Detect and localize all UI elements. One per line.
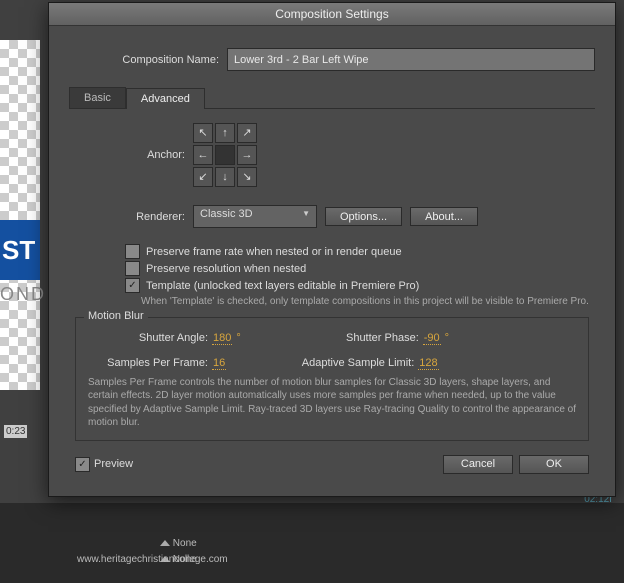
motion-blur-legend: Motion Blur [84,310,148,322]
anchor-ne[interactable]: ↗ [237,123,257,143]
tab-bar: Basic Advanced [69,87,595,109]
home-icon [160,540,170,546]
dialog-title: Composition Settings [49,3,615,26]
adaptive-value[interactable]: 128 [418,357,438,370]
options-button[interactable]: Options... [325,207,402,226]
anchor-sw[interactable]: ↙ [193,167,213,187]
tab-basic[interactable]: Basic [69,87,126,108]
comp-name-input[interactable] [227,48,595,71]
anchor-e[interactable]: → [237,145,257,165]
anchor-nw[interactable]: ↖ [193,123,213,143]
preview-label: Preview [94,458,133,470]
shutter-angle-value[interactable]: 180 [212,332,232,345]
anchor-center[interactable] [215,145,235,165]
renderer-dropdown[interactable]: Classic 3D [193,205,317,228]
anchor-grid: ↖ ↑ ↗ ← → ↙ ↓ ↘ [193,123,257,187]
preserve-fps-checkbox[interactable] [125,244,140,259]
samples-label: Samples Per Frame: [88,357,208,369]
layer-row-none-1: None [160,538,197,549]
shutter-phase-label: Shutter Phase: [319,332,419,344]
timecode: 0:23 [4,425,27,438]
adaptive-label: Adaptive Sample Limit: [274,357,414,369]
comp-name-label: Composition Name: [69,54,219,66]
anchor-n[interactable]: ↑ [215,123,235,143]
preserve-fps-label: Preserve frame rate when nested or in re… [146,246,402,258]
cancel-button[interactable]: Cancel [443,455,513,474]
anchor-label: Anchor: [75,149,185,161]
template-checkbox[interactable]: ✓ [125,278,140,293]
transparency-checker [0,40,40,390]
template-help-text: When 'Template' is checked, only templat… [75,295,589,309]
timeline-panel: None None [0,503,624,583]
anchor-se[interactable]: ↘ [237,167,257,187]
anchor-w[interactable]: ← [193,145,213,165]
watermark-url: www.heritagechristiancollege.com [77,554,228,565]
template-label: Template (unlocked text layers editable … [146,280,419,292]
preserve-res-label: Preserve resolution when nested [146,263,306,275]
tab-advanced[interactable]: Advanced [126,88,205,109]
ok-button[interactable]: OK [519,455,589,474]
anchor-s[interactable]: ↓ [215,167,235,187]
bg-blue-bar: ST [0,220,40,280]
samples-value[interactable]: 16 [212,357,226,370]
motion-blur-help: Samples Per Frame controls the number of… [88,376,578,430]
shutter-phase-value[interactable]: -90 [423,332,441,345]
about-button[interactable]: About... [410,207,478,226]
motion-blur-group: Motion Blur Shutter Angle: 180 ° Shutter… [75,317,589,441]
renderer-label: Renderer: [75,211,185,223]
preserve-res-checkbox[interactable] [125,261,140,276]
shutter-angle-label: Shutter Angle: [88,332,208,344]
bg-secondary-text: OND [0,284,46,305]
composition-settings-dialog: Composition Settings Composition Name: B… [48,2,616,497]
degree-2: ° [445,332,449,344]
degree-1: ° [236,332,240,344]
preview-checkbox[interactable]: ✓ [75,457,90,472]
